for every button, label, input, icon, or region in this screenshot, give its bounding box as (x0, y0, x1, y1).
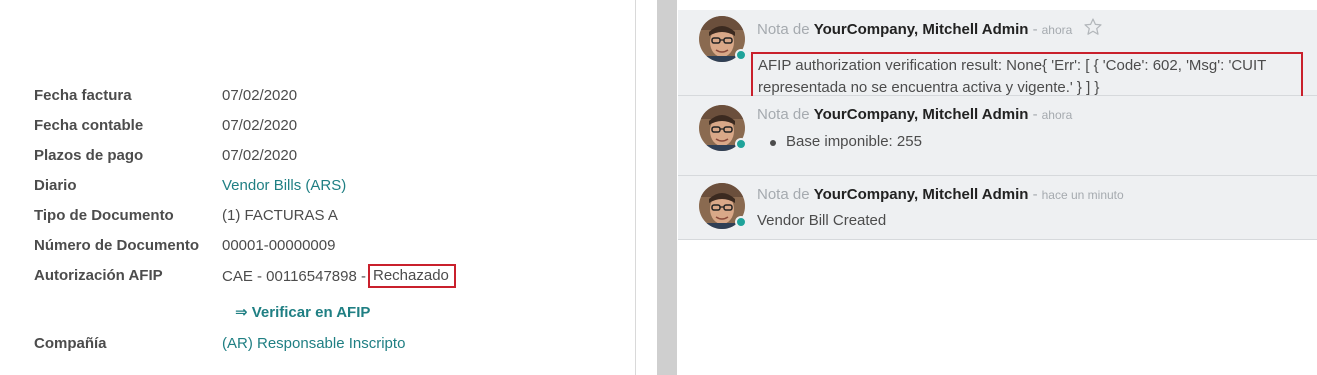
avatar[interactable] (699, 16, 747, 62)
message-author[interactable]: YourCompany, Mitchell Admin (814, 21, 1029, 38)
field-autorizacion-afip: Autorización AFIP CAE - 00116547898 - Rec… (34, 264, 624, 289)
cae-number: CAE - 00116547898 - (222, 268, 366, 285)
chatter-panel: Nota de YourCompany, Mitchell Admin - aho… (677, 0, 1317, 375)
online-status-icon (735, 138, 747, 150)
tracking-value-item: Base imponible: 255 (770, 131, 922, 153)
message-author[interactable]: YourCompany, Mitchell Admin (814, 106, 1029, 123)
message-separator: - (1032, 106, 1038, 123)
message-separator: - (1032, 21, 1038, 38)
afip-status-rejected: Rechazado (368, 264, 456, 288)
journal-link[interactable]: Vendor Bills (ARS) (222, 175, 346, 197)
avatar[interactable] (699, 105, 747, 151)
invoice-form: Fecha factura 07/02/2020 Fecha contable … (0, 0, 636, 375)
message-time: ahora (1041, 23, 1073, 37)
chatter-message: Nota de YourCompany, Mitchell Admin - hac… (678, 176, 1317, 240)
field-plazos-de-pago: Plazos de pago 07/02/2020 (34, 145, 624, 167)
field-compania: Compañía (AR) Responsable Inscripto (34, 333, 624, 355)
star-icon[interactable] (1083, 17, 1103, 44)
field-value[interactable]: 07/02/2020 (222, 115, 297, 137)
field-label: Tipo de Documento (34, 207, 174, 224)
message-header: Nota de YourCompany, Mitchell Admin - aho… (757, 17, 1103, 44)
message-separator: - (1032, 186, 1038, 203)
field-label: Número de Documento (34, 237, 200, 254)
field-label: Autorización AFIP (34, 267, 163, 284)
field-label: Compañía (34, 335, 107, 352)
message-time: ahora (1041, 108, 1073, 122)
message-prefix: Nota de (757, 186, 810, 203)
field-value[interactable]: (1) FACTURAS A (222, 205, 338, 227)
field-value[interactable]: 07/02/2020 (222, 85, 297, 107)
verify-afip-button[interactable]: ⇒ Verificar en AFIP (235, 302, 370, 324)
field-label: Fecha contable (34, 117, 144, 134)
field-value[interactable]: 07/02/2020 (222, 145, 297, 167)
field-fecha-factura: Fecha factura 07/02/2020 (34, 85, 624, 107)
company-link[interactable]: (AR) Responsable Inscripto (222, 333, 405, 355)
online-status-icon (735, 216, 747, 228)
field-fecha-contable: Fecha contable 07/02/2020 (34, 115, 624, 137)
field-label: Diario (34, 177, 77, 194)
field-label: Plazos de pago (34, 147, 144, 164)
message-time: hace un minuto (1041, 188, 1124, 202)
field-label: Fecha factura (34, 87, 132, 104)
avatar[interactable] (699, 183, 747, 229)
chatter-message: Nota de YourCompany, Mitchell Admin - aho… (678, 10, 1317, 103)
field-numero-de-documento: Número de Documento 00001-00000009 (34, 235, 624, 257)
message-author[interactable]: YourCompany, Mitchell Admin (814, 186, 1029, 203)
chatter-message: Nota de YourCompany, Mitchell Admin - aho… (678, 96, 1317, 176)
panel-splitter[interactable] (657, 0, 677, 375)
afip-value: CAE - 00116547898 - Rechazado (222, 264, 456, 289)
message-body: Vendor Bill Created (757, 212, 887, 229)
message-prefix: Nota de (757, 21, 810, 38)
message-header: Nota de YourCompany, Mitchell Admin - hac… (757, 184, 1124, 206)
message-prefix: Nota de (757, 106, 810, 123)
message-header: Nota de YourCompany, Mitchell Admin - aho… (757, 104, 1072, 126)
field-tipo-de-documento: Tipo de Documento (1) FACTURAS A (34, 205, 624, 227)
field-value[interactable]: 00001-00000009 (222, 235, 335, 257)
online-status-icon (735, 49, 747, 61)
field-diario: Diario Vendor Bills (ARS) (34, 175, 624, 197)
